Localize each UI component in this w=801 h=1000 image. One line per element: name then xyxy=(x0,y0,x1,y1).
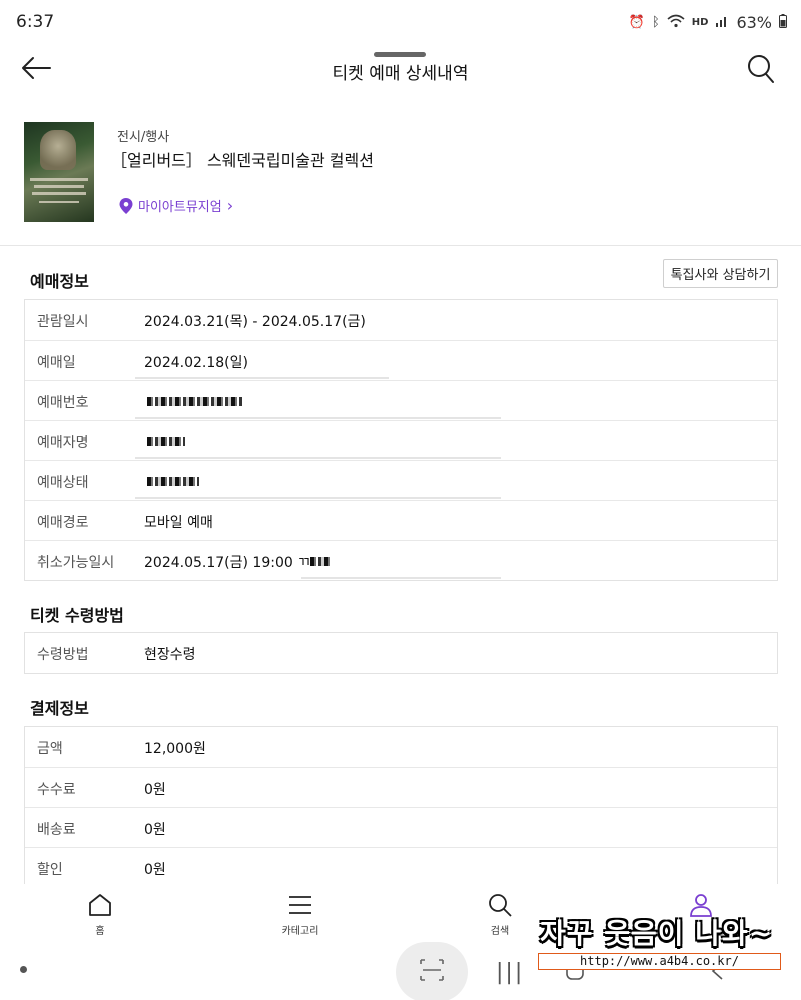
alarm-icon: ⏰ xyxy=(628,15,645,30)
receipt-section-title: 티켓 수령방법 xyxy=(30,606,124,625)
home-icon xyxy=(89,894,111,916)
payment-table: 금액 12,000원 수수료 0원 배송료 0원 할인 0원 xyxy=(24,726,778,887)
search-icon xyxy=(748,55,774,83)
table-row: 취소가능일시 2024.05.17(금) 19:00 ㄲ xyxy=(25,540,777,580)
reservation-section-title: 예매정보 xyxy=(30,272,89,291)
nav-search[interactable]: 검색 xyxy=(465,892,535,937)
chevron-right-icon: › xyxy=(226,196,234,215)
table-row: 금액 12,000원 xyxy=(25,727,777,767)
venue-link[interactable]: 마이아트뮤지엄 › xyxy=(119,196,233,215)
divider xyxy=(0,245,801,246)
row-label: 수수료 xyxy=(37,782,76,798)
consult-chat-button[interactable]: 톡집사와 상담하기 xyxy=(663,259,778,288)
search-icon xyxy=(489,894,512,917)
nav-dot-icon xyxy=(20,966,27,973)
receipt-table: 수령방법 현장수령 xyxy=(24,632,778,674)
recent-apps-icon[interactable]: ||| xyxy=(496,960,524,985)
row-label: 예매경로 xyxy=(37,515,89,531)
redaction-mark xyxy=(135,497,501,499)
row-label: 예매일 xyxy=(37,355,76,371)
row-label: 예매상태 xyxy=(37,475,89,491)
watermark-title: 자꾸 웃음이 나와~ xyxy=(540,917,774,950)
table-row: 수수료 0원 xyxy=(25,767,777,807)
table-row: 예매자명 xyxy=(25,420,777,460)
status-bar: 6:37 ⏰ ᛒ HD 63% xyxy=(0,0,801,44)
row-value: 모바일 예매 xyxy=(144,515,213,531)
nav-category[interactable]: 카테고리 xyxy=(265,892,335,937)
event-summary: 전시/행사 ［얼리버드］ 스웨덴국립미술관 컬렉션 마이아트뮤지엄 › xyxy=(24,122,784,222)
nav-home-label: 홈 xyxy=(95,926,105,937)
redacted-value xyxy=(147,397,242,406)
event-category: 전시/행사 xyxy=(117,130,170,145)
nav-home[interactable]: 홈 xyxy=(65,892,135,937)
redacted-value xyxy=(147,477,199,486)
row-value: 0원 xyxy=(144,782,166,798)
row-value: 0원 xyxy=(144,822,166,838)
header: 티켓 예매 상세내역 xyxy=(0,44,801,100)
scan-button[interactable] xyxy=(396,942,468,1000)
venue-name: 마이아트뮤지엄 xyxy=(138,200,222,215)
row-value: 2024.02.18(일) xyxy=(144,355,248,371)
row-label: 취소가능일시 xyxy=(37,555,115,571)
redaction-mark xyxy=(135,377,389,379)
network-badge: HD xyxy=(691,17,709,28)
status-icons: ⏰ ᛒ HD 63% xyxy=(629,13,787,32)
table-row: 배송료 0원 xyxy=(25,807,777,847)
row-label: 수령방법 xyxy=(37,647,89,663)
table-row: 관람일시 2024.03.21(목) - 2024.05.17(금) xyxy=(25,300,777,340)
table-row: 예매상태 xyxy=(25,460,777,500)
battery-icon xyxy=(779,13,787,32)
redaction-mark xyxy=(135,457,501,459)
redacted-value xyxy=(310,557,330,566)
page-title: 티켓 예매 상세내역 xyxy=(332,64,469,84)
table-row: 할인 0원 xyxy=(25,847,777,887)
row-label: 예매자명 xyxy=(37,435,89,451)
location-pin-icon xyxy=(119,197,133,214)
wifi-icon xyxy=(667,14,685,32)
nav-category-label: 카테고리 xyxy=(281,926,319,937)
reservation-table: 관람일시 2024.03.21(목) - 2024.05.17(금) 예매일 2… xyxy=(24,299,778,581)
row-label: 배송료 xyxy=(37,822,76,838)
row-label: 금액 xyxy=(37,741,63,757)
row-value: 2024.03.21(목) - 2024.05.17(금) xyxy=(144,314,366,330)
table-row: 예매일 2024.02.18(일) xyxy=(25,340,777,380)
redaction-mark xyxy=(135,417,501,419)
battery-level: 63% xyxy=(736,13,772,32)
redacted-value xyxy=(147,437,185,446)
row-value: 12,000원 xyxy=(144,741,206,757)
menu-icon xyxy=(289,896,311,914)
scan-icon xyxy=(420,959,444,981)
bluetooth-icon: ᛒ xyxy=(651,15,660,30)
watermark-url: http://www.a4b4.co.kr/ xyxy=(538,953,781,970)
row-label: 예매번호 xyxy=(37,395,89,411)
row-value: 0원 xyxy=(144,862,166,878)
search-button[interactable] xyxy=(747,54,777,86)
row-label: 할인 xyxy=(37,862,63,878)
table-row: 예매번호 xyxy=(25,380,777,420)
signal-icon xyxy=(715,14,729,31)
nav-search-label: 검색 xyxy=(490,926,510,937)
status-time: 6:37 xyxy=(16,12,55,32)
payment-section-title: 결제정보 xyxy=(30,699,89,718)
event-poster[interactable] xyxy=(24,122,94,222)
row-label: 관람일시 xyxy=(37,314,89,330)
event-name: ［얼리버드］ 스웨덴국립미술관 컬렉션 xyxy=(111,151,374,170)
redaction-mark xyxy=(301,577,501,579)
row-value: 현장수령 xyxy=(144,647,196,663)
row-value: 2024.05.17(금) 19:00 ㄲ xyxy=(144,555,311,571)
table-row: 수령방법 현장수령 xyxy=(25,633,777,673)
table-row: 예매경로 모바일 예매 xyxy=(25,500,777,540)
